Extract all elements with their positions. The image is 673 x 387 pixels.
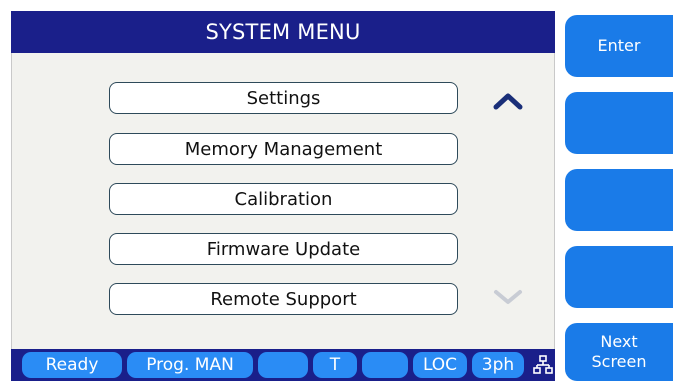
status-loc: LOC [413,352,467,378]
status-ready: Ready [22,352,122,378]
next-screen-label-line1: Next [600,332,638,351]
scroll-up-icon[interactable] [490,90,526,112]
status-slot-3 [258,352,308,378]
enter-button-label: Enter [597,36,641,55]
scroll-down-icon [490,286,526,308]
enter-button[interactable]: Enter [565,15,673,77]
status-t: T [313,352,357,378]
status-phase: 3ph [472,352,524,378]
status-program-mode: Prog. MAN [127,352,253,378]
softkey-2-button[interactable] [565,92,673,154]
menu-item-memory-management[interactable]: Memory Management [109,133,458,165]
menu-item-settings[interactable]: Settings [109,82,458,114]
next-screen-label-line2: Screen [591,352,647,371]
menu-item-remote-support[interactable]: Remote Support [109,283,458,315]
softkey-3-button[interactable] [565,169,673,231]
menu-item-firmware-update[interactable]: Firmware Update [109,233,458,265]
next-screen-button[interactable]: Next Screen [565,323,673,381]
page-title: SYSTEM MENU [205,20,361,44]
softkey-4-button[interactable] [565,246,673,308]
status-slot-5 [362,352,408,378]
network-icon [533,355,553,375]
title-bar: SYSTEM MENU [11,11,555,53]
menu-item-calibration[interactable]: Calibration [109,183,458,215]
